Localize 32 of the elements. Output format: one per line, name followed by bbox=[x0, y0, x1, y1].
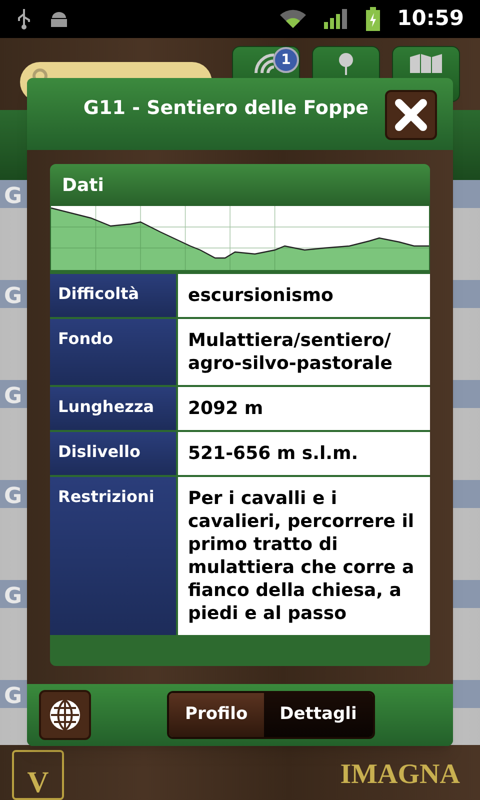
field-value: 521-656 m s.l.m. bbox=[178, 432, 430, 475]
list-item-title: G bbox=[4, 184, 22, 209]
view-tab[interactable]: Dettagli bbox=[264, 693, 373, 737]
field-value: Per i cavalli e i cavalieri, percorrere il primo tratto di mulattiera che corre a fianco della chiesa, a piedi e al passo bbox=[178, 477, 430, 635]
list-item-title: G bbox=[4, 484, 22, 509]
field-label: Difficoltà bbox=[50, 274, 176, 317]
view-tab[interactable]: Profilo bbox=[169, 693, 264, 737]
field-label: Lunghezza bbox=[50, 387, 176, 430]
globe-button[interactable] bbox=[39, 690, 91, 740]
field-value: 2092 m bbox=[178, 387, 430, 430]
signal-icon bbox=[323, 8, 350, 30]
close-button[interactable] bbox=[385, 90, 437, 140]
globe-icon bbox=[48, 698, 82, 732]
field-value: escursionismo bbox=[178, 274, 430, 317]
app-logo: V bbox=[12, 750, 64, 800]
usb-icon bbox=[16, 8, 32, 30]
map-icon bbox=[408, 53, 444, 73]
list-item-title: G bbox=[4, 584, 22, 609]
list-item-title: G bbox=[4, 284, 22, 309]
field-value: Mulattiera/sentiero/ agro-silvo-pastorale bbox=[178, 319, 430, 385]
close-icon bbox=[394, 98, 428, 132]
notification-badge: 1 bbox=[273, 47, 299, 73]
wifi-icon bbox=[279, 8, 308, 30]
clock: 10:59 bbox=[397, 5, 464, 32]
battery-icon bbox=[365, 7, 382, 31]
section-title: Dati bbox=[62, 174, 104, 198]
list-item-title: G bbox=[4, 684, 22, 709]
field-label: Fondo bbox=[50, 319, 176, 385]
field-label: Dislivello bbox=[50, 432, 176, 475]
list-item-title: G bbox=[4, 384, 22, 409]
field-label: Restrizioni bbox=[50, 477, 176, 635]
brand-name: IMAGNA bbox=[340, 758, 460, 792]
